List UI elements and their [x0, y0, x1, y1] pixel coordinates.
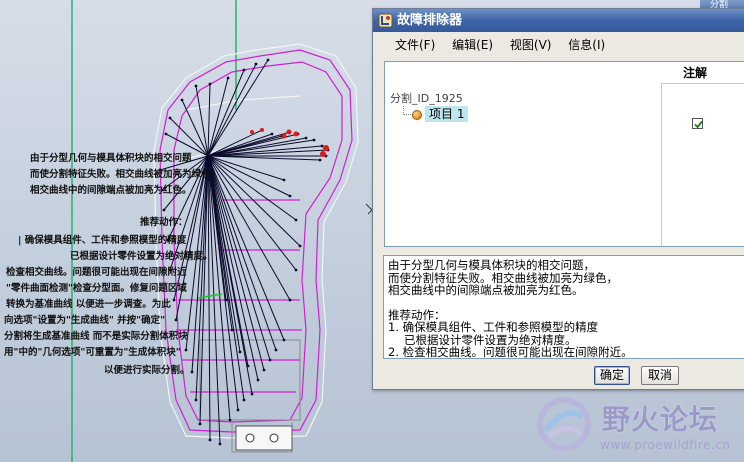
- ray-endpoint: [312, 138, 316, 142]
- feature-tree-panel[interactable]: 注解 分割_ID_1925 项目 1: [384, 61, 744, 247]
- intersection-ray: [207, 77, 229, 157]
- ray-endpoint: [242, 68, 246, 72]
- intersection-ray: [207, 83, 211, 157]
- cad-note-line: 检查相交曲线。问题很可能出现在间隙附近: [6, 267, 187, 278]
- ray-endpoint: [304, 136, 308, 140]
- cad-note-line: 转换为基准曲线 以便进一步调查。为此: [6, 299, 171, 310]
- ray-endpoint: [288, 298, 292, 302]
- intersection-ray: [207, 155, 249, 367]
- ray-endpoint: [254, 62, 258, 66]
- ray-endpoint: [238, 350, 242, 354]
- cad-note-line: | 确保模具组件、工件和参照模型的精度: [18, 235, 187, 246]
- cad-note-line: 以便进行实际分割。: [104, 365, 190, 376]
- menu-view[interactable]: 视图(V): [510, 38, 552, 52]
- check-icon: [694, 120, 703, 129]
- ray-endpoint: [194, 84, 198, 88]
- ray-endpoint: [184, 348, 188, 352]
- message-panel[interactable]: 由于分型几何与模具体积块的相交问题， 而使分割特征失败。相交曲线被加亮为绿色， …: [383, 255, 744, 359]
- intersection-ray: [207, 155, 277, 351]
- ray-endpoint: [218, 442, 222, 446]
- ray-endpoint: [274, 348, 278, 352]
- dialog-title: 故障排除器: [397, 13, 463, 28]
- cad-note-line: 用"中的"几何选项"可重置为"生成体积块": [4, 347, 181, 358]
- cad-note-line: 向选项"设置为"生成曲线" 并按"确定": [4, 315, 166, 326]
- ray-endpoint: [174, 318, 178, 322]
- tree-item-label: 项目 1: [425, 106, 469, 122]
- tree-root-node[interactable]: 分割_ID_1925: [390, 90, 463, 106]
- ray-endpoint: [282, 338, 286, 342]
- intersection-ray: [207, 155, 321, 161]
- ray-endpoint: [230, 328, 234, 332]
- ray-endpoint: [194, 398, 198, 402]
- ray-endpoint: [266, 58, 270, 62]
- ray-endpoint: [226, 76, 230, 80]
- message-line: 1. 确保模具组件、工件和参照模型的精度: [388, 320, 599, 334]
- dialog-titlebar[interactable]: 故障排除器: [373, 9, 744, 32]
- ray-endpoint: [162, 208, 166, 212]
- cad-note-line: 推荐动作：: [140, 217, 188, 228]
- item-node-icon: [412, 110, 422, 120]
- message-line: 相交曲线中的间隙端点被加亮为红色。: [388, 283, 584, 297]
- message-line: 2. 检查相交曲线。问题很可能出现在间隙附近。: [388, 345, 633, 359]
- ray-endpoint: [282, 178, 286, 182]
- ray-endpoint: [268, 358, 272, 362]
- ray-endpoint: [320, 144, 324, 148]
- cad-note-line: 而使分割特征失败。相交曲线被加亮为绿色: [30, 169, 211, 180]
- cad-note-line: 已根据设计零件设置为绝对精度。: [70, 251, 213, 262]
- annotation-column: [661, 62, 744, 246]
- cad-note-line: 分割将生成基准曲线 而不是实际分割体积块: [4, 331, 188, 342]
- ray-endpoint: [172, 298, 176, 302]
- menu-edit[interactable]: 编辑(E): [452, 38, 493, 52]
- ray-endpoint: [198, 422, 202, 426]
- menu-info[interactable]: 信息(I): [568, 38, 605, 52]
- ray-endpoint: [256, 378, 260, 382]
- message-line: 由于分型几何与模具体积块的相交问题，: [388, 258, 595, 272]
- menu-bar: 文件(F) 编辑(E) 视图(V) 信息(I): [373, 33, 744, 57]
- ray-endpoint: [294, 268, 298, 272]
- troubleshooter-dialog: 故障排除器 文件(F) 编辑(E) 视图(V) 信息(I) 注解 分割_ID_1…: [372, 8, 744, 390]
- ray-endpoint: [246, 364, 250, 368]
- cad-note-line: 相交曲线中的间隙端点被加亮为红色。: [30, 185, 192, 196]
- ray-endpoint: [190, 370, 194, 374]
- ray-endpoint: [318, 158, 322, 162]
- ray-endpoint: [180, 98, 184, 102]
- ray-endpoint: [208, 438, 212, 442]
- ray-endpoint: [228, 418, 232, 422]
- ray-endpoint: [168, 116, 172, 120]
- ray-endpoint: [298, 244, 302, 248]
- ray-endpoint: [236, 408, 240, 412]
- ok-button[interactable]: 确定: [594, 366, 630, 385]
- watermark-logo-icon: [537, 397, 591, 451]
- ray-endpoint: [242, 398, 246, 402]
- cancel-button[interactable]: 取消: [641, 366, 679, 385]
- watermark-url: www.proewildfire.cn: [600, 438, 731, 452]
- ray-endpoint: [250, 392, 254, 396]
- connector-block: [235, 425, 293, 451]
- ray-endpoint: [294, 218, 298, 222]
- annotation-checkbox[interactable]: [692, 118, 703, 129]
- ray-endpoint: [262, 368, 266, 372]
- ray-endpoint: [164, 132, 168, 136]
- app-icon: [378, 13, 393, 28]
- ray-endpoint: [270, 132, 274, 136]
- column-header-annotation[interactable]: 注解: [661, 62, 744, 84]
- cad-note-line: 由于分型几何与模具体积块的相交问题: [30, 153, 192, 164]
- cad-note-line: "零件曲面检测"检查分型面。修复问题区域: [6, 283, 187, 294]
- intersection-ray: [207, 155, 265, 371]
- ray-endpoint: [208, 82, 212, 86]
- menu-file[interactable]: 文件(F): [395, 38, 435, 52]
- watermark-name: 野火论坛: [602, 403, 719, 436]
- ray-endpoint: [224, 298, 228, 302]
- forum-watermark: 野火论坛 www.proewildfire.cn: [530, 392, 744, 462]
- ray-endpoint: [288, 194, 292, 198]
